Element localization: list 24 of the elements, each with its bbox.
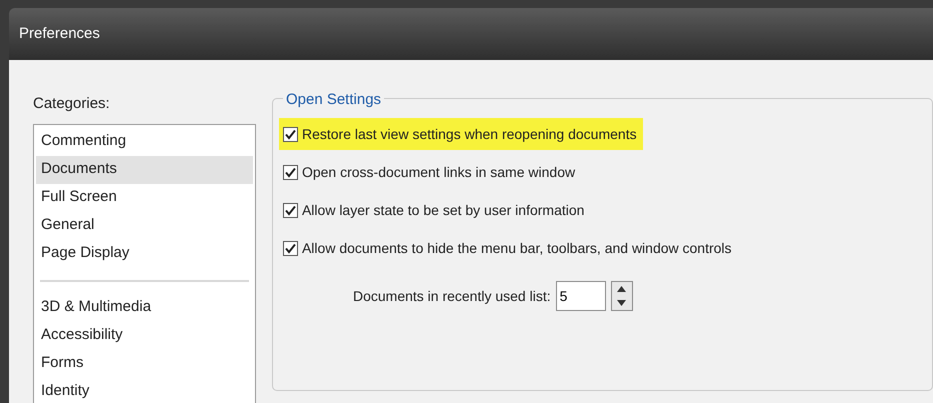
category-item[interactable]: Page Display <box>36 240 253 268</box>
recent-list-label: Documents in recently used list: <box>352 286 551 306</box>
option-label: Allow layer state to be set by user information <box>302 200 584 220</box>
down-arrow-icon <box>617 300 626 306</box>
checkbox[interactable] <box>282 126 298 142</box>
window-title: Preferences <box>19 24 100 44</box>
category-item[interactable]: Commenting <box>36 128 253 156</box>
recent-count-field[interactable]: 5 <box>556 281 606 311</box>
checkbox[interactable] <box>282 240 298 256</box>
category-item[interactable]: Accessibility <box>36 322 253 350</box>
option-label: Allow documents to hide the menu bar, toolbars, and window controls <box>302 238 732 258</box>
up-arrow-icon <box>617 286 626 292</box>
category-item[interactable]: Forms <box>36 350 253 378</box>
category-item[interactable]: Identity <box>36 378 253 403</box>
category-item[interactable]: Full Screen <box>36 184 253 212</box>
category-item[interactable]: Documents <box>36 156 253 184</box>
spinner-control[interactable] <box>610 281 633 311</box>
category-item[interactable]: 3D & Multimedia <box>36 294 253 322</box>
categories-label: Categories: <box>33 94 111 114</box>
category-item[interactable]: General <box>36 212 253 240</box>
option-label: Restore last view settings when reopening documents <box>302 124 637 144</box>
checkbox[interactable] <box>282 202 298 218</box>
checkbox[interactable] <box>282 164 298 180</box>
option-label: Open cross-document links in same window <box>302 162 576 182</box>
